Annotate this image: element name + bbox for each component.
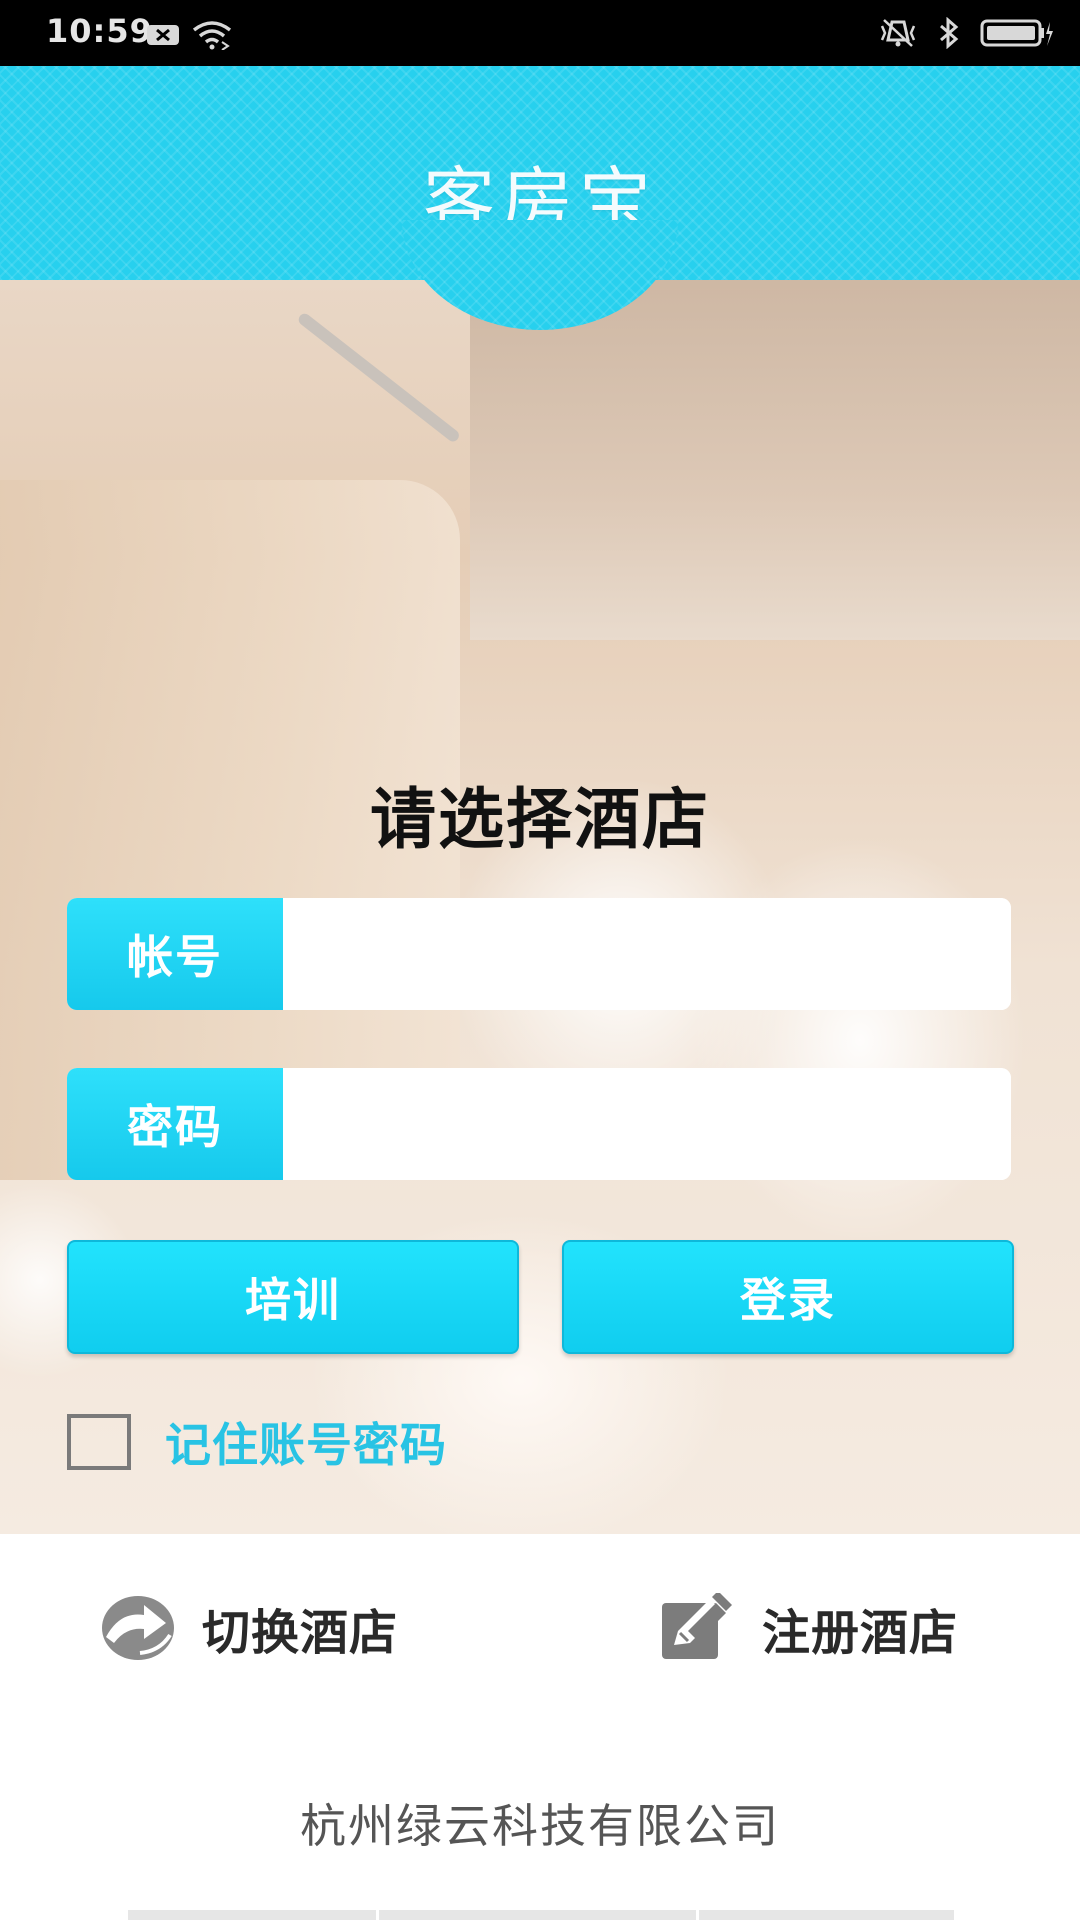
- photo-reading-lamp: [296, 311, 462, 444]
- account-field: 帐号: [67, 898, 1011, 1010]
- register-hotel-label: 注册酒店: [762, 1605, 959, 1661]
- company-name: 杭州绿云科技有限公司: [300, 1799, 780, 1853]
- wifi-icon: [192, 20, 232, 54]
- login-screen: 10:59 客房宝 请选择酒店 帐号 密码 培训 登录 记住账号密码 切换酒店 …: [0, 0, 1080, 1920]
- register-hotel-button[interactable]: 注册酒店: [660, 1590, 958, 1666]
- status-right-icons: [878, 16, 1054, 53]
- training-button[interactable]: 培训: [67, 1240, 519, 1354]
- account-input[interactable]: [283, 898, 1011, 1010]
- strip-divider: [376, 1910, 379, 1920]
- password-field: 密码: [67, 1068, 1011, 1180]
- bluetooth-icon: [938, 16, 960, 53]
- status-time: 10:59: [46, 12, 153, 50]
- status-bar: 10:59: [0, 0, 1080, 66]
- notification-x-icon: [146, 23, 180, 51]
- edit-pencil-icon: [660, 1590, 736, 1666]
- switch-hotel-button[interactable]: 切换酒店: [100, 1590, 398, 1666]
- vibrate-icon: [878, 18, 918, 52]
- password-input[interactable]: [283, 1068, 1011, 1180]
- password-label: 密码: [67, 1068, 283, 1180]
- select-hotel-title[interactable]: 请选择酒店: [0, 766, 1080, 862]
- remember-checkbox[interactable]: [67, 1414, 131, 1470]
- remember-credentials[interactable]: 记住账号密码: [67, 1412, 447, 1472]
- photo-bathroom-area: [470, 280, 1080, 640]
- remember-label[interactable]: 记住账号密码: [165, 1409, 447, 1475]
- strip-divider: [696, 1910, 699, 1920]
- account-label: 帐号: [67, 898, 283, 1010]
- status-left-icons: [146, 20, 232, 54]
- login-button[interactable]: 登录: [562, 1240, 1014, 1354]
- battery-charging-icon: [980, 18, 1054, 52]
- bottom-strip: [128, 1910, 954, 1920]
- switch-arrow-icon: [100, 1590, 176, 1666]
- switch-hotel-label: 切换酒店: [202, 1605, 399, 1661]
- bottom-actions: 切换酒店 注册酒店: [0, 1534, 1080, 1734]
